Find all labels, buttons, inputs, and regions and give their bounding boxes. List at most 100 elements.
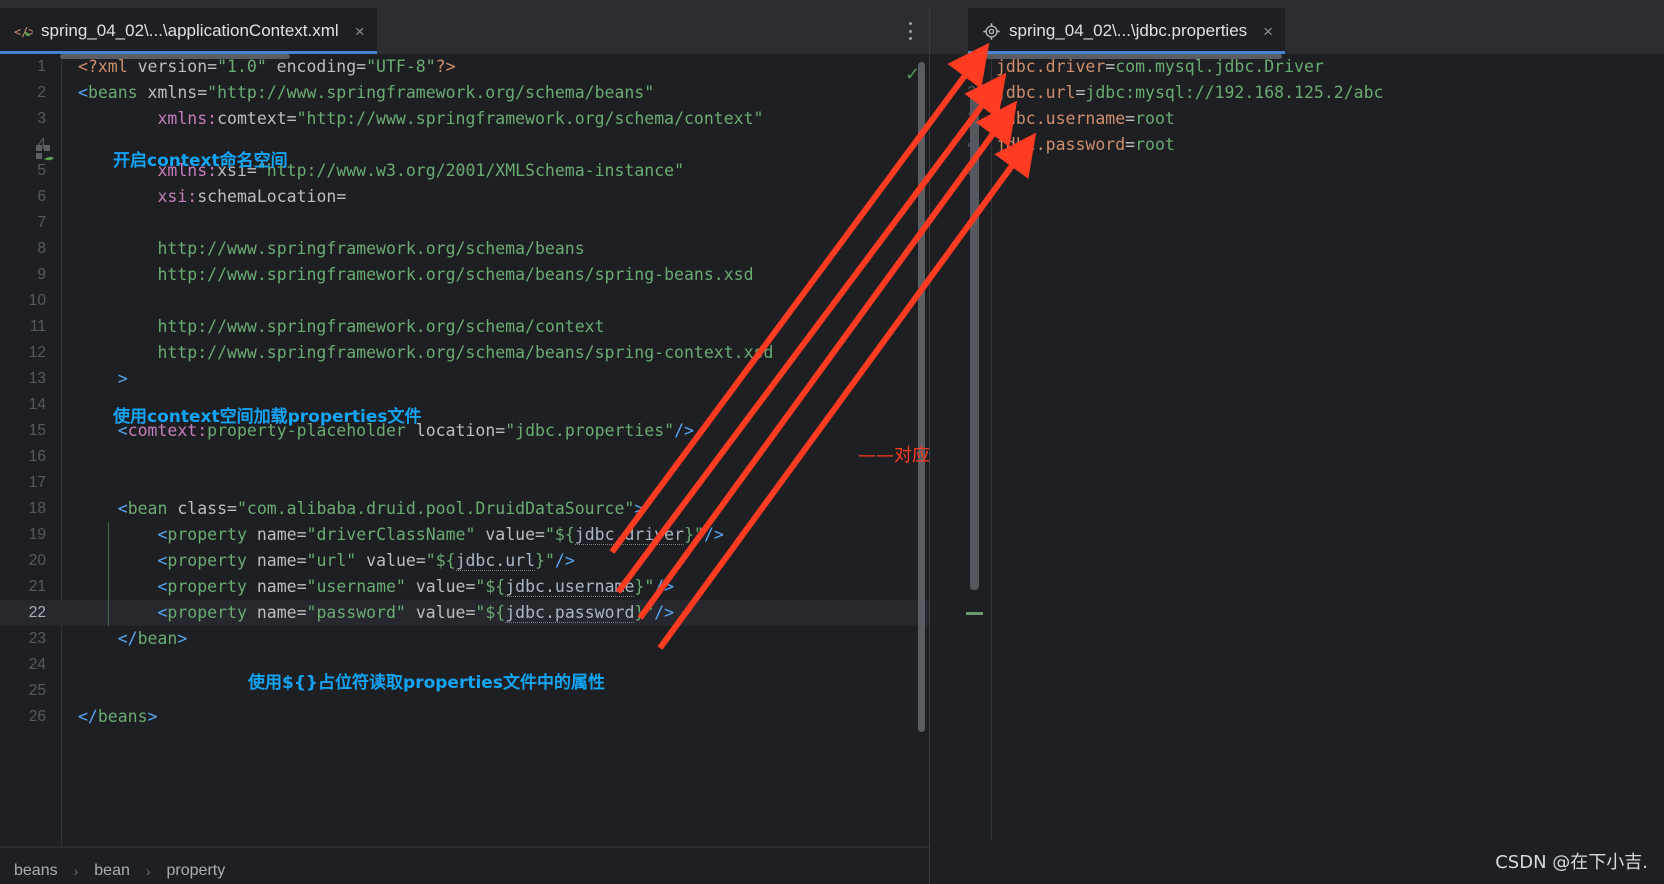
line-content: </beans> xyxy=(78,707,158,726)
line-content: > xyxy=(117,369,128,388)
line-number: 25 xyxy=(28,682,46,699)
line-content: http://www.springframework.org/schema/be… xyxy=(157,265,754,284)
code-annotation-3: 使用${}占位符读取properties文件中的属性 xyxy=(248,673,605,693)
line-number: 18 xyxy=(28,500,46,517)
vertical-scrollbar-left[interactable] xyxy=(918,62,925,732)
line-number: 26 xyxy=(28,708,46,725)
line-content: jdbc.password=root xyxy=(996,135,1175,154)
breadcrumb-separator: › xyxy=(145,862,151,879)
horizontal-scrollbar-right[interactable] xyxy=(982,54,1282,59)
code-line[interactable]: 20 <property name="url" value="${jdbc.ur… xyxy=(0,548,930,574)
line-content: <property name="driverClassName" value="… xyxy=(157,525,724,545)
tab-jdbc-properties[interactable]: spring_04_02\...\jdbc.properties × xyxy=(968,8,1286,54)
breadcrumb: beans › bean › property xyxy=(0,849,930,884)
gear-properties-icon xyxy=(982,22,1001,41)
code-annotation-2: 使用context空间加载properties文件 xyxy=(113,407,422,427)
line-number: 1 xyxy=(37,58,46,75)
line-content: <bean class="com.alibaba.druid.pool.Drui… xyxy=(117,499,645,518)
line-content: jdbc.username=root xyxy=(996,109,1175,128)
scrollbar-marker xyxy=(966,612,983,615)
line-content: xmlns:comtext="http://www.springframewor… xyxy=(157,109,764,128)
properties-line[interactable]: 3jdbc.username=root xyxy=(930,106,1664,132)
breadcrumb-item-bean[interactable]: bean xyxy=(88,862,136,880)
editor-bottom-border xyxy=(0,846,930,848)
line-content: <property name="username" value="${jdbc.… xyxy=(157,577,675,597)
line-number: 17 xyxy=(28,474,46,491)
properties-line[interactable]: 4jdbc.password=root xyxy=(930,132,1664,158)
line-number: 5 xyxy=(37,162,46,179)
code-line[interactable]: 13 > xyxy=(0,366,930,392)
line-content: http://www.springframework.org/schema/be… xyxy=(157,343,774,362)
code-line[interactable]: 8 http://www.springframework.org/schema/… xyxy=(0,236,930,262)
close-icon[interactable]: × xyxy=(1263,23,1273,40)
more-options-icon[interactable] xyxy=(908,22,912,40)
correspondence-label: ——对应 xyxy=(858,445,930,466)
line-number: 4 xyxy=(37,136,46,153)
line-content: <property name="url" value="${jdbc.url}"… xyxy=(157,551,575,571)
line-content: http://www.springframework.org/schema/be… xyxy=(157,239,585,258)
tab-title-left: spring_04_02\...\applicationContext.xml xyxy=(41,21,339,40)
left-code-lines[interactable]: 1 <?xml version="1.0" encoding="UTF-8"?> 2… xyxy=(0,54,930,884)
line-number: 23 xyxy=(28,630,46,647)
code-block-guide xyxy=(108,522,109,626)
code-line[interactable]: 3 xmlns:comtext="http://www.springframew… xyxy=(0,106,930,132)
line-number: 14 xyxy=(28,396,46,413)
code-line[interactable]: 10 xyxy=(0,288,930,314)
tab-title-right: spring_04_02\...\jdbc.properties xyxy=(1009,21,1248,40)
properties-line[interactable]: 2jdbc.url=jdbc:mysql://192.168.125.2/abc xyxy=(930,80,1664,106)
code-line[interactable]: 21 <property name="username" value="${jd… xyxy=(0,574,930,600)
line-number: 12 xyxy=(28,344,46,361)
line-content: xsi:schemaLocation= xyxy=(157,187,347,206)
tab-applicationContext-xml[interactable]: </> spring_04_02\...\applicationContext.… xyxy=(0,8,377,54)
line-number: 16 xyxy=(28,448,46,465)
horizontal-scrollbar-left[interactable] xyxy=(60,54,290,59)
line-number: 24 xyxy=(28,656,46,673)
code-line[interactable]: 18 <bean class="com.alibaba.druid.pool.D… xyxy=(0,496,930,522)
line-number: 6 xyxy=(37,188,46,205)
ide-window: </> spring_04_02\...\applicationContext.… xyxy=(0,0,1664,884)
line-number: 10 xyxy=(28,292,46,309)
line-number: 20 xyxy=(28,552,46,569)
line-number: 13 xyxy=(28,370,46,387)
code-line[interactable]: 22 <property name="password" value="${jd… xyxy=(0,600,930,626)
line-number: 7 xyxy=(37,214,46,231)
editor-pane-left: </> spring_04_02\...\applicationContext.… xyxy=(0,8,930,884)
editor-pane-right: spring_04_02\...\jdbc.properties × 1 jdbc… xyxy=(930,8,1664,884)
line-content: http://www.springframework.org/schema/co… xyxy=(157,317,605,336)
close-icon[interactable]: × xyxy=(355,23,365,40)
line-number: 19 xyxy=(28,526,46,543)
line-number: 1 xyxy=(967,58,976,75)
code-annotation-1: 开启context命名空间 xyxy=(113,151,288,171)
right-code-area[interactable]: 1jdbc.driver=com.mysql.jdbc.Driver2jdbc.… xyxy=(930,54,1664,884)
line-number: 15 xyxy=(28,422,46,439)
watermark: CSDN @在下小吉. xyxy=(1495,852,1648,873)
line-number: 9 xyxy=(37,266,46,283)
left-code-area[interactable]: 1 <?xml version="1.0" encoding="UTF-8"?> 2… xyxy=(0,54,930,884)
vertical-scrollbar-right[interactable] xyxy=(970,90,979,590)
code-line[interactable]: 23 </bean> xyxy=(0,626,930,652)
code-line[interactable]: 2 <beans xmlns="http://www.springframewor… xyxy=(0,80,930,106)
code-line[interactable]: 16 xyxy=(0,444,930,470)
code-line[interactable]: 17 xyxy=(0,470,930,496)
code-line[interactable]: 7 xyxy=(0,210,930,236)
line-number: 11 xyxy=(29,318,46,335)
code-line[interactable]: 26 </beans> xyxy=(0,704,930,730)
right-tabbar: spring_04_02\...\jdbc.properties × xyxy=(930,8,1664,54)
right-code-lines[interactable]: 1jdbc.driver=com.mysql.jdbc.Driver2jdbc.… xyxy=(930,54,1664,884)
line-number: 22 xyxy=(28,604,46,621)
line-content: </bean> xyxy=(117,629,188,648)
breadcrumb-separator: › xyxy=(73,862,79,879)
code-line[interactable]: 12 http://www.springframework.org/schema… xyxy=(0,340,930,366)
code-line[interactable]: 19 <property name="driverClassName" valu… xyxy=(0,522,930,548)
line-number: 3 xyxy=(37,110,46,127)
code-line[interactable]: 6 xsi:schemaLocation= xyxy=(0,184,930,210)
breadcrumb-item-beans[interactable]: beans xyxy=(8,862,64,880)
xml-file-icon: </> xyxy=(14,22,36,41)
breadcrumb-item-property[interactable]: property xyxy=(161,862,232,880)
properties-line[interactable]: 5 xyxy=(930,158,1664,184)
inspection-ok-icon[interactable]: ✓ xyxy=(905,66,920,84)
line-content: <property name="password" value="${jdbc.… xyxy=(157,603,675,623)
line-number: 2 xyxy=(37,84,46,101)
code-line[interactable]: 9 http://www.springframework.org/schema/… xyxy=(0,262,930,288)
code-line[interactable]: 11 http://www.springframework.org/schema… xyxy=(0,314,930,340)
